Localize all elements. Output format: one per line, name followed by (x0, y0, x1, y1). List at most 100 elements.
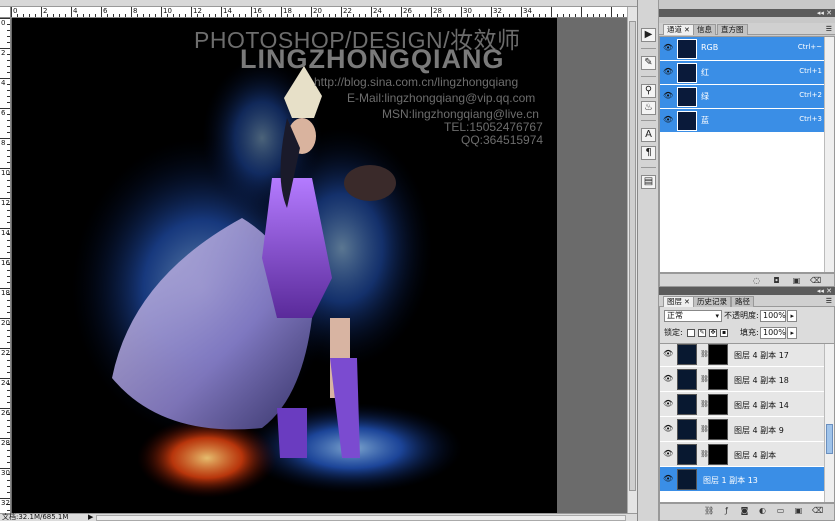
close-tab-icon[interactable]: ✕ (684, 26, 690, 34)
ruler-tick (7, 96, 10, 97)
layer-mask-thumbnail[interactable] (708, 419, 728, 440)
ruler-tick (7, 120, 10, 121)
layer-mask-thumbnail[interactable] (708, 344, 728, 365)
save-selection-icon[interactable]: ◘ (772, 276, 781, 285)
ruler-tick (7, 216, 10, 217)
ruler-label: 12 (193, 7, 202, 15)
new-group-icon[interactable]: ▭ (776, 506, 785, 515)
brush-tool-icon[interactable]: ✎ (641, 56, 656, 70)
blend-mode-select[interactable]: 正常 ▾ (664, 310, 722, 322)
ruler-tick (263, 14, 264, 17)
layer-mask-thumbnail[interactable] (708, 394, 728, 415)
layer-row[interactable]: 👁 ⛓ 图层 4 副本 18 (660, 367, 825, 392)
visibility-eye-icon[interactable]: 👁 (663, 350, 673, 358)
history-brush-icon[interactable]: ♨ (641, 101, 656, 115)
panel-menu-icon[interactable]: ☰ (826, 25, 832, 33)
lock-position-icon[interactable]: ✥ (709, 329, 717, 337)
ruler-tick (383, 14, 384, 17)
delete-layer-icon[interactable]: ⌫ (812, 506, 823, 515)
ruler-tick (53, 14, 54, 17)
ruler-label: 16 (253, 7, 262, 15)
status-menu-arrow-icon[interactable]: ▶ (88, 514, 93, 521)
scroll-thumb[interactable] (629, 21, 636, 491)
layer-row[interactable]: 👁 ⛓ 图层 4 副本 (660, 442, 825, 467)
type-tool-icon[interactable]: A (641, 128, 656, 142)
opacity-input[interactable]: 100% (760, 310, 786, 322)
lock-image-icon[interactable]: ✎ (698, 329, 706, 337)
lock-label: 锁定: (664, 328, 683, 337)
ruler-tick (371, 7, 372, 17)
image-canvas[interactable]: PHOTOSHOP/DESIGN/妆效师 LINGZHONGQIANG http… (12, 18, 557, 513)
tab-histogram[interactable]: 直方图 (717, 24, 748, 35)
ruler-tick (7, 270, 10, 271)
horizontal-ruler[interactable]: 0 2 4 6 8 10 12 14 16 18 20 22 24 26 28 30 32 34 (11, 7, 627, 18)
link-layers-icon[interactable]: ⛓ (704, 506, 714, 515)
visibility-eye-icon[interactable]: 👁 (663, 425, 673, 433)
channel-row[interactable]: 👁 RGB Ctrl+~ (660, 37, 825, 61)
layer-row[interactable]: 👁 ⛓ 图层 4 副本 14 (660, 392, 825, 417)
channel-row[interactable]: 👁 蓝 Ctrl+3 (660, 109, 825, 133)
ruler-label: 26 (1, 409, 10, 417)
adjustment-layer-icon[interactable]: ◐ (758, 506, 767, 515)
fill-slider-toggle[interactable]: ▸ (787, 327, 797, 339)
visibility-eye-icon[interactable]: 👁 (663, 475, 673, 483)
layer-row[interactable]: 👁 ⛓ 图层 4 副本 9 (660, 417, 825, 442)
layer-mask-thumbnail[interactable] (708, 369, 728, 390)
panel-collapse-icon[interactable]: ◂◂ ✕ (817, 287, 832, 295)
paragraph-icon[interactable]: ¶ (641, 146, 656, 160)
lock-all-icon[interactable]: ▪ (720, 329, 728, 337)
layer-mask-thumbnail[interactable] (708, 444, 728, 465)
layer-row[interactable]: 👁 ⛓ 图层 4 副本 17 (660, 344, 825, 367)
ruler-tick (161, 7, 162, 17)
lock-transparent-icon[interactable] (687, 329, 695, 337)
channel-row[interactable]: 👁 绿 Ctrl+2 (660, 85, 825, 109)
canvas-horizontal-scrollbar[interactable] (96, 515, 626, 521)
layer-row[interactable]: 👁 图层 1 副本 13 (660, 467, 825, 492)
fill-label: 填充: (740, 328, 759, 337)
ruler-label: 28 (433, 7, 442, 15)
new-layer-icon[interactable]: ▣ (794, 506, 803, 515)
visibility-eye-icon[interactable]: 👁 (663, 68, 673, 76)
panel-menu-icon[interactable]: ☰ (826, 297, 832, 305)
canvas-vertical-scrollbar[interactable] (627, 7, 637, 513)
close-tab-icon[interactable]: ✕ (684, 298, 690, 306)
ruler-label: 8 (1, 139, 6, 147)
scroll-thumb[interactable] (826, 424, 833, 454)
watermark-msn: MSN:lingzhongqiang@live.cn (382, 107, 539, 121)
tab-info[interactable]: 信息 (693, 24, 716, 35)
load-selection-icon[interactable]: ◌ (752, 276, 761, 285)
tab-paths[interactable]: 路径 (731, 296, 754, 307)
channel-row[interactable]: 👁 红 Ctrl+1 (660, 61, 825, 85)
channels-panel-titlebar[interactable]: ◂◂ ✕ (659, 9, 835, 17)
ruler-tick (587, 14, 588, 17)
tab-history[interactable]: 历史记录 (693, 296, 731, 307)
channels-scrollbar[interactable] (824, 37, 834, 272)
ruler-label: 34 (523, 7, 532, 15)
visibility-eye-icon[interactable]: 👁 (663, 44, 673, 52)
new-channel-icon[interactable]: ▣ (792, 276, 801, 285)
layers-panel-titlebar[interactable]: ◂◂ ✕ (659, 287, 835, 295)
layer-style-icon[interactable]: ƒ (722, 506, 731, 515)
panel-collapse-icon[interactable]: ◂◂ ✕ (817, 9, 832, 17)
opacity-slider-toggle[interactable]: ▸ (787, 310, 797, 322)
visibility-eye-icon[interactable]: 👁 (663, 92, 673, 100)
play-icon[interactable]: ▶ (641, 28, 656, 42)
ruler-tick (173, 14, 174, 17)
tab-layers[interactable]: 图层 ✕ (663, 296, 694, 307)
layers-scrollbar[interactable] (824, 344, 834, 502)
delete-channel-icon[interactable]: ⌫ (810, 276, 821, 285)
ruler-origin[interactable] (0, 7, 11, 18)
visibility-eye-icon[interactable]: 👁 (663, 400, 673, 408)
ruler-tick (551, 7, 552, 17)
ruler-label: 24 (373, 7, 382, 15)
add-mask-icon[interactable]: ◙ (740, 506, 749, 515)
tab-channels[interactable]: 通道 ✕ (663, 24, 694, 35)
vertical-ruler[interactable]: 0 2 4 6 8 10 12 14 16 18 20 22 24 26 28 30 32 (0, 18, 11, 513)
fill-input[interactable]: 100% (760, 327, 786, 339)
visibility-eye-icon[interactable]: 👁 (663, 450, 673, 458)
notes-icon[interactable]: ▤ (641, 175, 656, 189)
visibility-eye-icon[interactable]: 👁 (663, 375, 673, 383)
visibility-eye-icon[interactable]: 👁 (663, 116, 673, 124)
ruler-tick (7, 306, 10, 307)
clone-stamp-icon[interactable]: ⚲ (641, 84, 656, 98)
